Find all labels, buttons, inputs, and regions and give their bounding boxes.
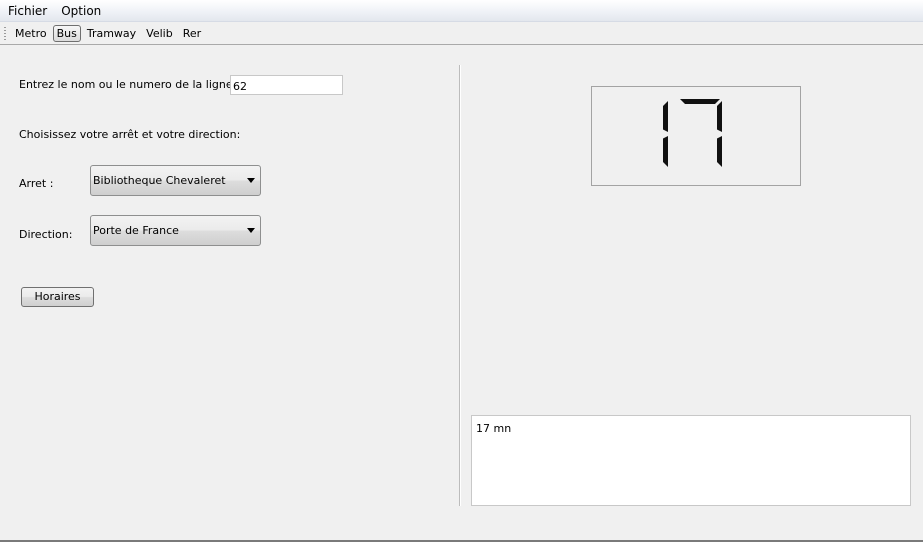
digit-segment-c xyxy=(663,136,668,167)
app-window: Fichier Option Metro Bus Tramway Velib R… xyxy=(0,0,923,542)
chevron-down-icon xyxy=(247,178,255,183)
tab-tramway[interactable]: Tramway xyxy=(83,25,140,42)
seven-segment-digits xyxy=(663,99,722,167)
stop-select[interactable]: Bibliotheque Chevaleret xyxy=(90,165,261,196)
digit-segment-c xyxy=(717,136,722,167)
tab-velib[interactable]: Velib xyxy=(142,25,177,42)
result-output: 17 mn xyxy=(471,415,911,506)
instruction-text: Choisissez votre arrêt et votre directio… xyxy=(19,128,241,141)
digital-display xyxy=(591,86,801,186)
digit-segment-a xyxy=(680,99,720,104)
chevron-down-icon xyxy=(247,228,255,233)
direction-label: Direction: xyxy=(19,228,73,241)
stop-select-value: Bibliotheque Chevaleret xyxy=(93,174,226,187)
panel-divider xyxy=(459,65,460,506)
horaires-button[interactable]: Horaires xyxy=(21,287,94,307)
menubar: Fichier Option xyxy=(0,0,923,22)
transport-toolbar: Metro Bus Tramway Velib Rer xyxy=(0,23,923,45)
line-input[interactable] xyxy=(230,75,343,95)
tab-bus[interactable]: Bus xyxy=(52,25,81,42)
direction-select[interactable]: Porte de France xyxy=(90,215,261,246)
result-text: 17 mn xyxy=(476,422,512,435)
tab-metro[interactable]: Metro xyxy=(11,25,51,42)
direction-select-value: Porte de France xyxy=(93,224,179,237)
line-label: Entrez le nom ou le numero de la ligne : xyxy=(19,78,240,91)
menu-option[interactable]: Option xyxy=(56,0,106,22)
digit-segment-b xyxy=(717,101,722,132)
toolbar-grip[interactable] xyxy=(4,26,6,41)
digit-segment-b xyxy=(663,101,668,132)
tab-rer[interactable]: Rer xyxy=(179,25,205,42)
stop-label: Arret : xyxy=(19,177,54,190)
menu-fichier[interactable]: Fichier xyxy=(3,0,52,22)
